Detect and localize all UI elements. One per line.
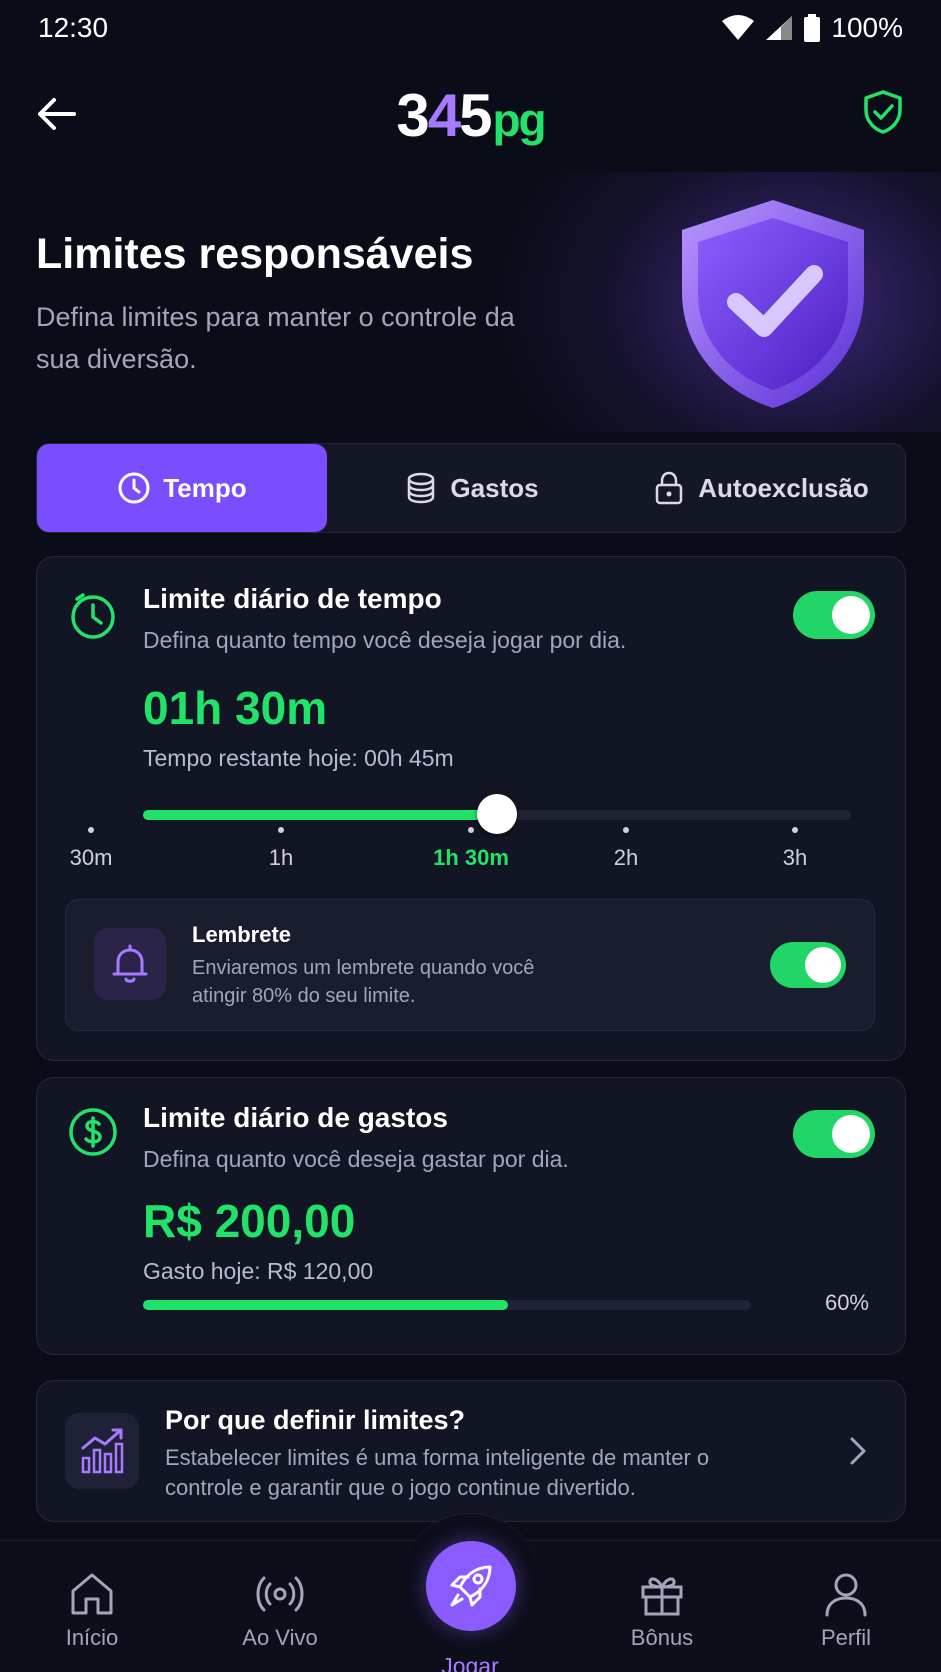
slider-tick-dot [468, 827, 474, 833]
toggle-knob [832, 1115, 870, 1153]
bell-icon [112, 944, 148, 983]
nav-bonus[interactable]: Bônus [592, 1569, 732, 1651]
tab-autoexclusao[interactable]: Autoexclusão [616, 444, 905, 532]
toggle-knob [805, 947, 841, 983]
info-icon-box [65, 1413, 139, 1489]
info-text: Estabelecer limites é uma forma intelige… [165, 1445, 710, 1500]
signal-icon [766, 16, 793, 40]
reminder-text: Enviaremos um lembrete quando você ating… [192, 957, 535, 1007]
security-button[interactable] [859, 88, 907, 136]
slider-tick-label[interactable]: 1h 30m [433, 845, 509, 871]
battery-icon [804, 14, 821, 42]
page-title: Limites responsáveis [36, 230, 474, 278]
tab-gastos[interactable]: Gastos [327, 444, 616, 532]
hero-section: Limites responsáveis Defina limites para… [0, 172, 941, 432]
clock-icon [118, 472, 150, 504]
page-subtitle: Defina limites para manter o controle da… [36, 302, 515, 374]
slider-fill [143, 810, 497, 820]
time-limit-value: 01h 30m [143, 682, 328, 734]
spend-limit-title: Limite diário de gastos [143, 1102, 448, 1133]
reminder-icon-box [94, 928, 166, 1000]
nav-perfil[interactable]: Perfil [776, 1569, 916, 1651]
home-icon [71, 1573, 113, 1615]
app-logo: 3 4 5 pg [396, 81, 546, 150]
nav-label: Ao Vivo [242, 1625, 318, 1650]
slider-tick-dot [278, 827, 284, 833]
time-remaining: Tempo restante hoje: 00h 45m [143, 745, 454, 771]
tab-label: Gastos [450, 472, 539, 503]
spend-limit-card: Limite diário de gastos Defina quanto vo… [36, 1077, 906, 1355]
slider-tick-label[interactable]: 2h [614, 845, 638, 871]
battery-percent: 100% [831, 12, 903, 43]
nav-label-jogar: Jogar [441, 1653, 499, 1672]
nav-inicio[interactable]: Início [22, 1569, 162, 1651]
status-time: 12:30 [38, 12, 109, 43]
dollar-icon [69, 1108, 117, 1156]
time-slider[interactable] [143, 794, 851, 834]
live-icon [256, 1576, 304, 1612]
rocket-icon [450, 1565, 492, 1607]
nav-ao-vivo[interactable]: Ao Vivo [210, 1569, 350, 1651]
spend-progress-bar [143, 1300, 751, 1310]
tab-tempo[interactable]: Tempo [37, 444, 327, 532]
timer-icon [71, 593, 115, 639]
spend-progress-label: 60% [824, 1290, 869, 1315]
limit-tabs: Tempo Gastos Autoexclusão [36, 443, 906, 533]
tab-label: Tempo [163, 472, 247, 503]
lock-icon [656, 471, 683, 505]
reminder-panel: Lembrete Enviaremos um lembrete quando v… [65, 899, 875, 1031]
user-icon [825, 1573, 867, 1617]
time-limit-toggle[interactable] [793, 591, 875, 639]
reminder-toggle[interactable] [770, 942, 846, 988]
shield-check-icon [864, 90, 902, 134]
nav-label: Início [65, 1625, 119, 1650]
nav-label: Perfil [820, 1625, 872, 1650]
logo-digit: 3 [396, 81, 429, 149]
slider-thumb[interactable] [477, 794, 517, 834]
wifi-icon [722, 15, 755, 40]
gift-icon [641, 1577, 683, 1616]
spend-limit-toggle[interactable] [793, 1110, 875, 1158]
status-icons: 100% [721, 12, 903, 44]
slider-tick-label[interactable]: 30m [70, 845, 113, 871]
spend-limit-description: Defina quanto você deseja gastar por dia… [143, 1146, 569, 1172]
bottom-nav: Início Ao Vivo Jogar Bônus Perfil [0, 1513, 941, 1672]
back-button[interactable] [34, 92, 78, 136]
nav-label: Bônus [630, 1625, 694, 1650]
info-title: Por que definir limites? [165, 1405, 466, 1435]
slider-tick-dot [88, 827, 94, 833]
logo-digit: 5 [459, 81, 492, 149]
logo-digit: 4 [427, 81, 461, 149]
reminder-title: Lembrete [192, 922, 292, 947]
progress-fill [143, 1300, 508, 1310]
tab-label: Autoexclusão [698, 472, 869, 503]
nav-jogar-button[interactable] [426, 1541, 516, 1631]
coins-icon [408, 472, 435, 504]
slider-tick-label[interactable]: 3h [783, 845, 807, 871]
chevron-right-icon [850, 1437, 866, 1465]
slider-tick-label[interactable]: 1h [269, 845, 293, 871]
arrow-left-icon [38, 98, 76, 130]
logo-suffix: pg [492, 93, 546, 146]
slider-tick-dot [792, 827, 798, 833]
time-limit-title: Limite diário de tempo [143, 583, 442, 614]
chart-trend-icon [81, 1428, 124, 1474]
app-bar: 3 4 5 pg [0, 70, 941, 160]
time-limit-description: Defina quanto tempo você deseja jogar po… [143, 627, 627, 653]
spent-today: Gasto hoje: R$ 120,00 [143, 1258, 374, 1284]
time-limit-card: Limite diário de tempo Defina quanto tem… [36, 556, 906, 1061]
slider-tick-dot [623, 827, 629, 833]
status-bar: 12:30 100% [0, 0, 941, 56]
shield-check-illustration-icon [682, 200, 864, 408]
toggle-knob [832, 596, 870, 634]
spend-limit-value: R$ 200,00 [143, 1195, 356, 1247]
why-limits-card[interactable]: Por que definir limites? Estabelecer lim… [36, 1380, 906, 1522]
